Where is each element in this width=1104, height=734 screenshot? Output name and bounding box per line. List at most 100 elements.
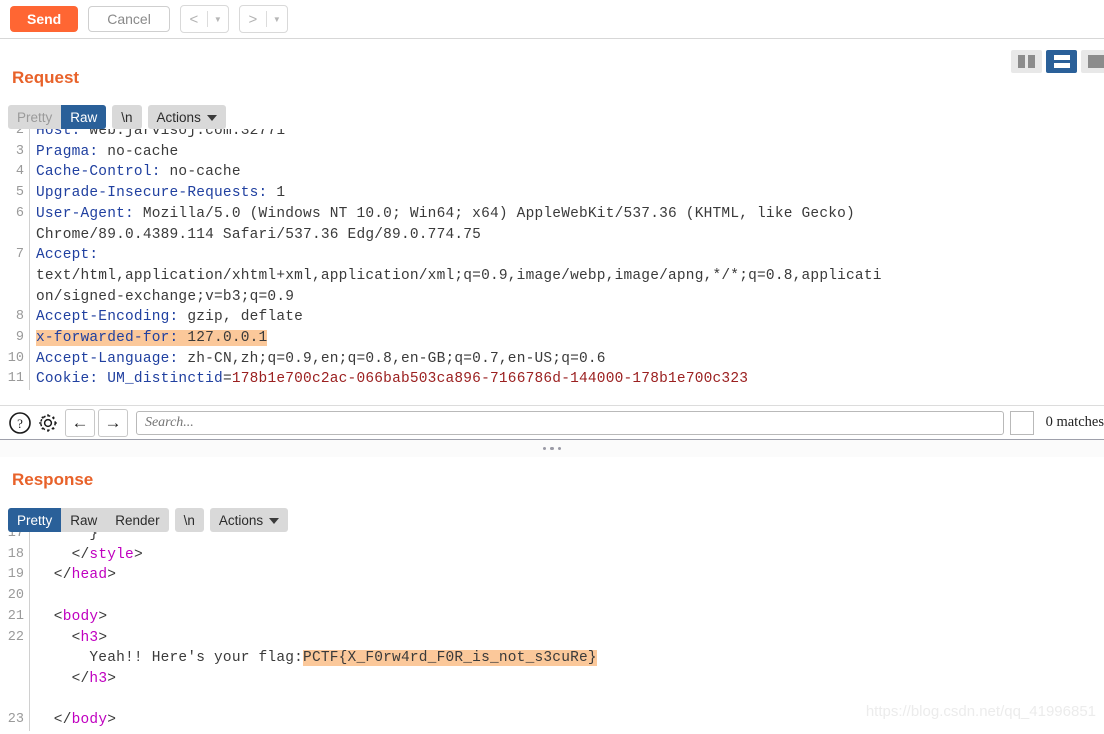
line-number: 17	[0, 532, 30, 545]
code-text[interactable]: <body>	[30, 607, 107, 628]
code-line: 20	[0, 586, 1104, 607]
request-tab-row: Pretty Raw \n Actions	[8, 105, 226, 129]
pane-splitter[interactable]	[0, 439, 1104, 457]
code-text[interactable]: x-forwarded-for: 127.0.0.1	[30, 328, 268, 349]
tab-response-render[interactable]: Render	[106, 508, 168, 532]
tab-request-pretty[interactable]: Pretty	[8, 105, 61, 129]
code-segment: Chrome/89.0.4389.114 Safari/537.36 Edg/8…	[36, 226, 482, 243]
request-search-bar: ? ← → 0 matches	[0, 405, 1104, 439]
code-segment: h3	[80, 629, 99, 646]
chevron-down-icon[interactable]: ▼	[267, 7, 287, 31]
code-line: 8 Accept-Encoding: gzip, deflate	[0, 307, 1104, 329]
code-text[interactable]: Upgrade-Insecure-Requests: 1	[30, 183, 285, 204]
code-line: text/html,application/xhtml+xml,applicat…	[0, 265, 1104, 287]
code-segment: Cache-Control:	[36, 164, 161, 181]
chevron-left-icon[interactable]: <	[181, 7, 207, 31]
horizontal-split-layout-button[interactable]	[1046, 50, 1077, 73]
code-segment: PCTF{X_F0rw4rd_F0R_is_not_s3cuRe}	[303, 650, 597, 667]
line-number: 18	[0, 544, 30, 566]
code-text[interactable]: </h3>	[30, 669, 116, 690]
line-number	[0, 648, 30, 669]
cancel-button[interactable]: Cancel	[88, 6, 170, 32]
code-text[interactable]: Accept:	[30, 245, 98, 266]
code-segment: Host:	[36, 129, 81, 139]
search-input[interactable]	[135, 410, 1004, 435]
line-number	[0, 286, 30, 308]
code-text[interactable]: User-Agent: Mozilla/5.0 (Windows NT 10.0…	[30, 204, 855, 225]
code-segment: </	[36, 712, 72, 729]
gear-icon[interactable]	[34, 409, 62, 437]
drag-dots-icon	[542, 446, 562, 451]
code-segment: Upgrade-Insecure-Requests:	[36, 185, 268, 202]
code-segment: 178b1e700c2ac-066bab503ca896-7166786d-14…	[231, 371, 749, 388]
code-text[interactable]: text/html,application/xhtml+xml,applicat…	[30, 266, 882, 287]
code-text[interactable]: Cookie: UM_distinctid=178b1e700c2ac-066b…	[30, 369, 748, 390]
request-newline-button[interactable]: \n	[112, 105, 142, 129]
code-segment: web.jarvisoj.com:32771	[80, 129, 286, 139]
code-segment: head	[71, 567, 108, 584]
line-number: 23	[0, 710, 30, 732]
code-segment: </	[36, 546, 90, 563]
search-next-button[interactable]: →	[97, 408, 128, 437]
code-text[interactable]: Cache-Control: no-cache	[30, 162, 241, 183]
code-segment: >	[133, 546, 143, 563]
tab-response-pretty[interactable]: Pretty	[8, 508, 62, 532]
history-forward-group[interactable]: > ▼	[238, 5, 288, 33]
code-text[interactable]: Pragma: no-cache	[30, 142, 178, 163]
line-number	[0, 265, 30, 287]
response-actions-button[interactable]: Actions	[209, 508, 289, 532]
code-segment: Pragma:	[36, 143, 99, 160]
code-text[interactable]	[30, 690, 36, 711]
search-prev-button[interactable]: ←	[64, 408, 95, 437]
repeater-toolbar: Send Cancel < ▼ > ▼	[0, 0, 1104, 39]
search-case-checkbox[interactable]	[1009, 410, 1034, 435]
code-line: 3 Pragma: no-cache	[0, 141, 1104, 163]
code-text[interactable]: Yeah!! Here's your flag:PCTF{X_F0rw4rd_F…	[30, 648, 597, 669]
single-pane-layout-button[interactable]	[1081, 50, 1104, 73]
tab-response-raw[interactable]: Raw	[61, 508, 106, 532]
code-line: 19 </head>	[0, 565, 1104, 587]
request-actions-label: Actions	[156, 109, 201, 125]
code-line: Yeah!! Here's your flag:PCTF{X_F0rw4rd_F…	[0, 648, 1104, 669]
code-line: 21 <body>	[0, 606, 1104, 628]
code-text[interactable]: Accept-Language: zh-CN,zh;q=0.9,en;q=0.8…	[30, 349, 606, 370]
watermark: https://blog.csdn.net/qq_41996851	[865, 703, 1096, 720]
code-text[interactable]: <h3>	[30, 628, 107, 649]
code-text[interactable]: </head>	[30, 565, 116, 586]
code-segment: body	[62, 608, 99, 625]
help-circle-icon[interactable]: ?	[6, 409, 34, 437]
code-segment: Mozilla/5.0 (Windows NT 10.0; Win64; x64…	[133, 205, 855, 222]
response-section-title: Response	[12, 470, 94, 489]
vertical-split-layout-button[interactable]	[1011, 50, 1042, 73]
line-number: 19	[0, 565, 30, 587]
tab-request-raw[interactable]: Raw	[61, 105, 107, 129]
code-line: on/signed-exchange;v=b3;q=0.9	[0, 286, 1104, 308]
svg-text:?: ?	[17, 416, 23, 431]
code-text[interactable]	[30, 586, 36, 607]
code-segment: gzip, deflate	[178, 309, 304, 326]
code-text[interactable]: Host: web.jarvisoj.com:32771	[30, 129, 285, 142]
code-text[interactable]: </body>	[30, 710, 116, 731]
line-number	[0, 224, 30, 246]
code-line: </h3>	[0, 668, 1104, 690]
search-match-count: 0 matches	[1045, 414, 1104, 430]
code-segment: >	[107, 670, 117, 687]
code-text[interactable]: </style>	[30, 545, 143, 566]
chevron-right-icon[interactable]: >	[240, 7, 266, 31]
code-text[interactable]: Chrome/89.0.4389.114 Safari/537.36 Edg/8…	[30, 225, 481, 246]
chevron-down-icon[interactable]: ▼	[208, 7, 228, 31]
history-back-group[interactable]: < ▼	[179, 5, 229, 33]
code-text[interactable]: on/signed-exchange;v=b3;q=0.9	[30, 287, 294, 308]
send-button[interactable]: Send	[10, 6, 79, 32]
line-number: 7	[0, 245, 30, 266]
burp-repeater-window: Send Cancel < ▼ > ▼ Request Pretty Raw \…	[0, 0, 1104, 734]
request-actions-button[interactable]: Actions	[147, 105, 226, 129]
line-number: 5	[0, 183, 30, 204]
response-newline-button[interactable]: \n	[174, 508, 204, 532]
code-text[interactable]: }	[30, 532, 98, 545]
code-text[interactable]: Accept-Encoding: gzip, deflate	[30, 307, 303, 328]
line-number	[0, 689, 30, 711]
code-segment: no-cache	[98, 143, 179, 160]
request-editor[interactable]: 2 Host: web.jarvisoj.com:32771 3 Pragma: no…	[0, 129, 1104, 405]
code-line: 18 </style>	[0, 544, 1104, 566]
